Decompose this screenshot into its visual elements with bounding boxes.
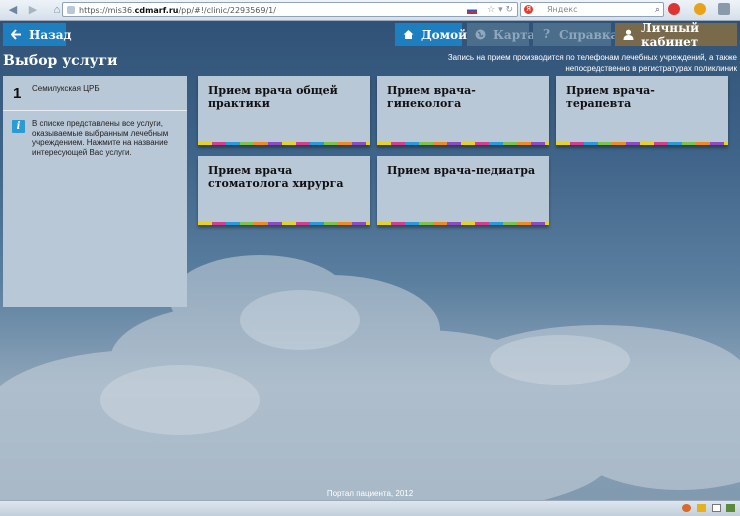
home-label: Домой <box>421 27 468 42</box>
browser-status-bar <box>0 500 740 516</box>
card-stripe <box>198 142 370 145</box>
yandex-logo-icon: Я <box>524 5 533 14</box>
service-card-dental-surgeon[interactable]: Прием врача стоматолога хирурга <box>198 156 370 225</box>
service-card-general-practice[interactable]: Прием врача общей практики <box>198 76 370 145</box>
menu-icon[interactable] <box>718 3 730 15</box>
status-icon[interactable] <box>682 504 691 512</box>
card-stripe <box>377 142 549 145</box>
browser-back-icon[interactable]: ◀ <box>6 3 20 17</box>
service-label: Прием врача-педиатра <box>387 164 536 177</box>
clinic-name: Семилукская ЦРБ <box>32 84 100 93</box>
url-prefix: https://mis36. <box>79 6 135 15</box>
mail-icon[interactable] <box>712 504 721 512</box>
help-label: Справка <box>559 27 619 42</box>
service-card-pediatrician[interactable]: Прием врача-педиатра <box>377 156 549 225</box>
site-icon <box>67 6 75 14</box>
browser-toolbar: ◀ ▶ ⌂ https://mis36.cdmarf.ru/pp/#!/clin… <box>0 0 740 21</box>
magnifier-icon[interactable]: ⌕ <box>655 4 660 17</box>
footer-text: Портал пациента, 2012 <box>326 489 414 498</box>
user-icon <box>623 29 634 40</box>
map-button[interactable]: Карта <box>467 23 535 46</box>
page-title: Выбор услуги <box>3 53 118 69</box>
bookmark-star-icon[interactable]: ☆ ▾ ↻ <box>487 3 513 18</box>
russian-flag-icon <box>467 7 477 14</box>
search-input[interactable]: Я Яндекс ⌕ <box>520 2 664 17</box>
url-suffix: /pp/#!/clinic/2293569/1/ <box>178 6 276 15</box>
card-stripe <box>377 222 549 225</box>
sidebar-panel: 1 Семилукская ЦРБ i В списке представлен… <box>3 76 187 307</box>
search-placeholder: Яндекс <box>547 5 578 14</box>
back-label: Назад <box>29 27 72 42</box>
url-domain: cdmarf.ru <box>134 6 179 15</box>
service-label: Прием врача общей практики <box>208 84 338 110</box>
help-button[interactable]: ? Справка <box>533 23 618 46</box>
service-card-gynecologist[interactable]: Прием врача-гинеколога <box>377 76 549 145</box>
card-stripe <box>198 222 370 225</box>
card-stripe <box>556 142 728 145</box>
service-label: Прием врача-терапевта <box>566 84 655 110</box>
browser-forward-icon[interactable]: ▶ <box>26 3 40 17</box>
globe-icon <box>475 29 486 40</box>
step-number: 1 <box>13 85 22 102</box>
info-text: В списке представлены все услуги, оказыв… <box>32 119 169 157</box>
service-label: Прием врача-гинеколога <box>387 84 476 110</box>
personal-cabinet-button[interactable]: Личный кабинет <box>615 20 737 49</box>
service-label: Прием врача стоматолога хирурга <box>208 164 344 190</box>
adblock-icon[interactable] <box>668 3 680 15</box>
service-card-therapist[interactable]: Прием врача-терапевта <box>556 76 728 145</box>
selected-clinic-step[interactable]: 1 Семилукская ЦРБ <box>3 76 187 111</box>
status-icon[interactable] <box>697 504 706 512</box>
house-icon <box>403 29 414 40</box>
home-button[interactable]: Домой <box>395 23 467 46</box>
extension-icon[interactable] <box>694 3 706 15</box>
address-bar[interactable]: https://mis36.cdmarf.ru/pp/#!/clinic/229… <box>62 2 518 17</box>
info-icon: i <box>12 120 25 133</box>
appointment-notice: Запись на прием производится по телефона… <box>447 53 737 73</box>
cabinet-label: Личный кабинет <box>641 20 700 49</box>
back-button[interactable]: Назад <box>3 23 72 46</box>
map-label: Карта <box>493 27 536 42</box>
status-icon[interactable] <box>726 504 735 512</box>
arrow-left-icon <box>10 29 22 40</box>
question-icon: ? <box>542 27 551 41</box>
